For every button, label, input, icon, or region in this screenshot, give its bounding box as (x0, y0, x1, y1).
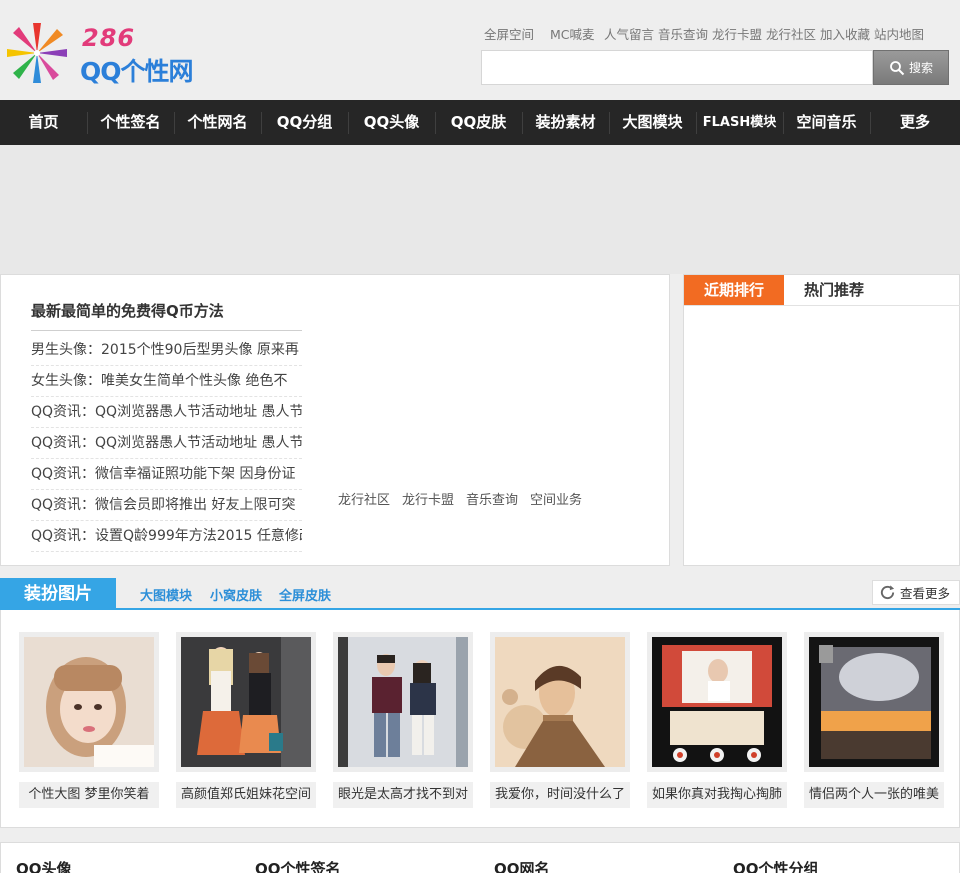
news-headline[interactable]: 最新最简单的免费得Q币方法 (31, 300, 224, 321)
search-button[interactable]: 搜索 (873, 50, 949, 85)
card-caption: 情侣两个人一张的唯美 (804, 782, 944, 808)
photo-image (338, 637, 468, 767)
nav-big-module[interactable]: 大图模块 (609, 100, 696, 145)
nav-qq-avatar[interactable]: QQ头像 (348, 100, 435, 145)
link-community[interactable]: 龙行社区 (338, 489, 390, 508)
gallery-card[interactable]: 高颜值郑氏姐妹花空间 (176, 632, 316, 808)
pinwheel-logo-icon (7, 23, 67, 83)
gallery-card[interactable]: 个性大图 梦里你笑着 (19, 632, 159, 808)
nav-nickname[interactable]: 个性网名 (174, 100, 261, 145)
view-more-label: 查看更多 (900, 586, 951, 601)
nav-flash-module[interactable]: FLASH模块 (696, 100, 783, 145)
link-fullscreen-skin[interactable]: 全屏皮肤 (279, 585, 331, 604)
nav-qq-skin[interactable]: QQ皮肤 (435, 100, 522, 145)
toplink-fullscreen-space[interactable]: 全屏空间 (484, 24, 534, 43)
card-caption: 眼光是太高才找不到对 (333, 782, 473, 808)
logo-name: QQ个性网 (80, 57, 194, 86)
link-nest-skin[interactable]: 小窝皮肤 (210, 585, 262, 604)
category-qq-groups[interactable]: QQ个性分组 (733, 858, 819, 873)
toplink-card-union[interactable]: 龙行卡盟 (712, 24, 762, 43)
dress-gallery: 个性大图 梦里你笑着 高颜值郑氏姐妹花空间 眼光是太高才找不到对 我爱你，时间没… (0, 610, 960, 828)
news-item[interactable]: QQ资讯：微信幸福证照功能下架 因身份证 (31, 459, 302, 490)
card-caption: 个性大图 梦里你笑着 (19, 782, 159, 808)
news-item[interactable]: QQ资讯：QQ浏览器愚人节活动地址 愚人节 (31, 428, 302, 459)
nav-more[interactable]: 更多 (870, 100, 960, 145)
gallery-card[interactable]: 如果你真对我掏心掏肺 (647, 632, 787, 808)
view-more-button[interactable]: 查看更多 (872, 580, 960, 605)
dress-section-header: 装扮图片 大图模块 小窝皮肤 全屏皮肤 (0, 578, 960, 610)
toplink-music[interactable]: 音乐查询 (658, 24, 708, 43)
card-frame (490, 632, 630, 772)
link-big-module[interactable]: 大图模块 (140, 585, 192, 604)
ranking-panel: 近期排行 热门推荐 (683, 274, 960, 566)
news-item[interactable]: 男生头像：2015个性90后型男头像 原来再 (31, 335, 302, 366)
card-caption: 如果你真对我掏心掏肺 (647, 782, 787, 808)
news-item[interactable]: QQ资讯：QQ浏览器愚人节活动地址 愚人节 (31, 397, 302, 428)
category-qq-nickname[interactable]: QQ网名 (494, 858, 550, 873)
nav-space-music[interactable]: 空间音乐 (783, 100, 870, 145)
news-item[interactable]: QQ资讯：微信会员即将推出 好友上限可突 (31, 490, 302, 521)
card-frame (176, 632, 316, 772)
category-qq-avatar[interactable]: QQ头像 (16, 858, 72, 873)
tab-hot-recommend[interactable]: 热门推荐 (784, 275, 884, 305)
link-card-union[interactable]: 龙行卡盟 (402, 489, 454, 508)
card-caption: 我爱你，时间没什么了 (490, 782, 630, 808)
refresh-icon (880, 585, 895, 600)
photo-image (181, 637, 311, 767)
site-logo[interactable]: 286 QQ个性网 (4, 16, 204, 88)
couple-image (809, 637, 939, 767)
card-caption: 高颜值郑氏姐妹花空间 (176, 782, 316, 808)
gallery-card[interactable]: 情侣两个人一张的唯美 (804, 632, 944, 808)
card-frame (19, 632, 159, 772)
ranking-tabs: 近期排行 热门推荐 (684, 275, 960, 306)
category-qq-signature[interactable]: QQ个性签名 (255, 858, 341, 873)
toplink-community[interactable]: 龙行社区 (766, 24, 816, 43)
card-frame (804, 632, 944, 772)
nav-dress-material[interactable]: 装扮素材 (522, 100, 609, 145)
gallery-card[interactable]: 眼光是太高才找不到对 (333, 632, 473, 808)
nav-home[interactable]: 首页 (0, 100, 87, 145)
link-space-service[interactable]: 空间业务 (530, 489, 582, 508)
tab-recent-ranking[interactable]: 近期排行 (684, 275, 784, 305)
gallery-card[interactable]: 我爱你，时间没什么了 (490, 632, 630, 808)
nav-qq-groups[interactable]: QQ分组 (261, 100, 348, 145)
toplink-mc[interactable]: MC喊麦 (550, 24, 595, 43)
ad-banner-area (0, 145, 960, 274)
toplink-sitemap[interactable]: 站内地图 (874, 24, 924, 43)
dress-section-title: 装扮图片 (0, 578, 116, 610)
portrait-image (495, 637, 625, 767)
link-music-query[interactable]: 音乐查询 (466, 489, 518, 508)
card-frame (333, 632, 473, 772)
news-panel: 最新最简单的免费得Q币方法 男生头像：2015个性90后型男头像 原来再 女生头… (0, 274, 670, 566)
news-item[interactable]: 女生头像：唯美女生简单个性头像 绝色不 (31, 366, 302, 397)
main-nav: 首页 个性签名 个性网名 QQ分组 QQ头像 QQ皮肤 装扮素材 大图模块 FL… (0, 100, 960, 145)
toplink-bookmark[interactable]: 加入收藏 (820, 24, 870, 43)
bottom-categories: QQ头像 QQ个性签名 QQ网名 QQ个性分组 (0, 842, 960, 873)
logo-number: 286 (82, 24, 136, 52)
top-links: 全屏空间 MC喊麦 人气留言 音乐查询 龙行卡盟 龙行社区 加入收藏 站内地图 (484, 24, 954, 44)
portrait-image (24, 637, 154, 767)
toplink-messages[interactable]: 人气留言 (604, 24, 654, 43)
film-module-image (652, 637, 782, 767)
news-item[interactable]: QQ资讯：设置Q龄999年方法2015 任意修改Q (31, 521, 302, 552)
nav-signature[interactable]: 个性签名 (87, 100, 174, 145)
news-list: 男生头像：2015个性90后型男头像 原来再 女生头像：唯美女生简单个性头像 绝… (31, 335, 302, 552)
news-divider (31, 330, 302, 331)
header: 286 QQ个性网 全屏空间 MC喊麦 人气留言 音乐查询 龙行卡盟 龙行社区 … (0, 0, 960, 100)
search-input[interactable] (481, 50, 873, 85)
card-frame (647, 632, 787, 772)
search-button-label: 搜索 (908, 61, 933, 75)
search-icon (890, 60, 905, 75)
